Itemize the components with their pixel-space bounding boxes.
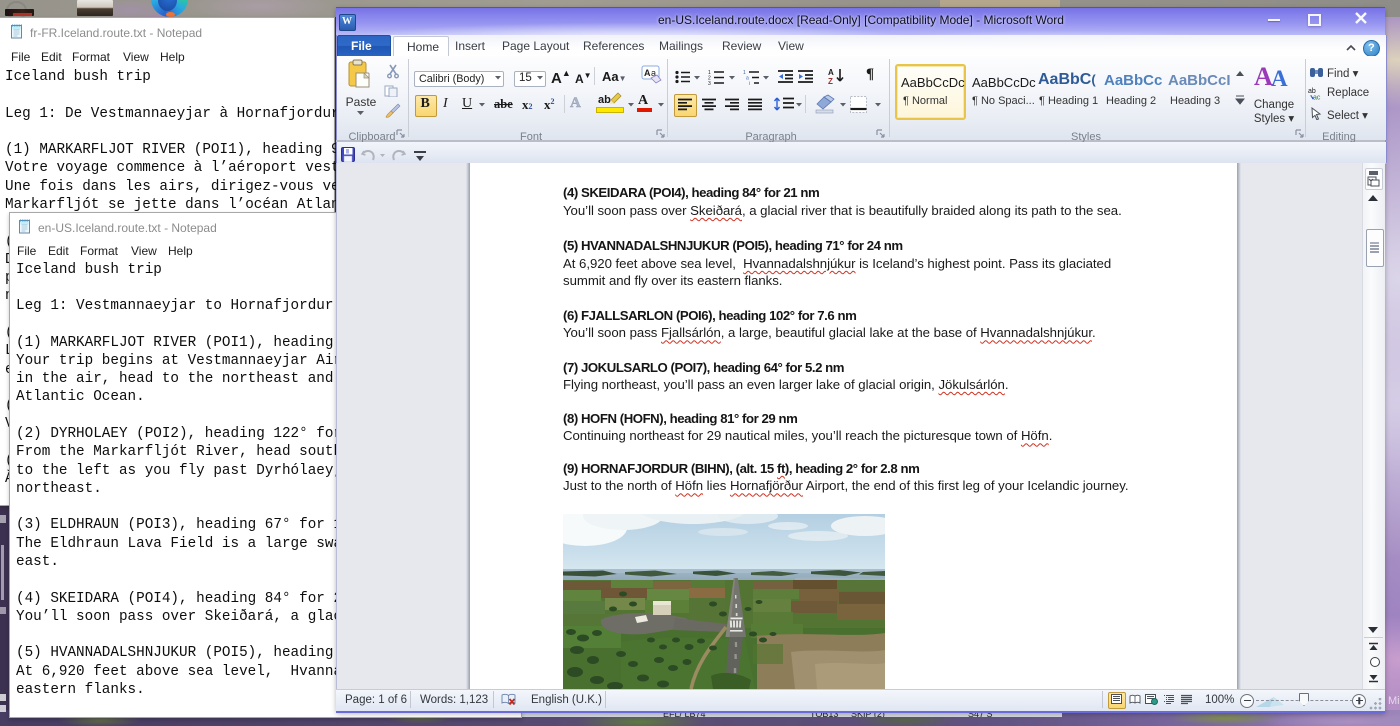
svg-text:Z: Z	[828, 77, 833, 85]
svg-text:i: i	[749, 81, 750, 85]
svg-text:A: A	[828, 68, 834, 77]
svg-text:3: 3	[708, 81, 711, 85]
svg-text:ac: ac	[1313, 95, 1321, 101]
svg-text:A: A	[644, 68, 651, 78]
